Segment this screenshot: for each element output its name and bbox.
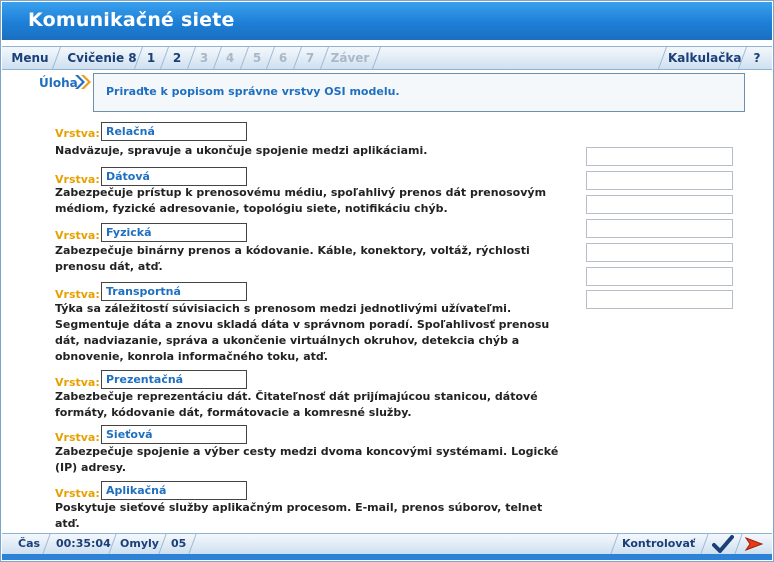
answer-slot-5[interactable] xyxy=(586,243,733,262)
task-text: Priraďte k popisom správne vrstvy OSI mo… xyxy=(106,85,400,98)
row-label: Vrstva: xyxy=(55,487,100,500)
layer-drop-box[interactable]: Relačná xyxy=(101,122,247,141)
layer-drop-box[interactable]: Dátová xyxy=(101,167,247,186)
next-arrow-icon[interactable] xyxy=(744,536,766,552)
chevron-right-icon xyxy=(75,75,91,89)
task-label: Úloha xyxy=(39,76,78,90)
layer-description: Zabezpečuje binárny prenos a kódovanie. … xyxy=(55,244,530,273)
page-tab-1[interactable]: 1 xyxy=(141,47,161,69)
layer-drop-box[interactable]: Transportná xyxy=(101,282,247,301)
check-button[interactable]: Kontrolovať xyxy=(622,534,695,554)
layer-description: Týka sa záležitostí súvisiacich s prenos… xyxy=(55,302,550,363)
layer-description: Zabezpečuje prístup k prenosovému médiu,… xyxy=(55,186,547,215)
title-bar: Komunikačné siete xyxy=(2,2,772,40)
nav-bar: Menu Cvičenie 8 1 2 3 4 5 6 7 Záver Kalk… xyxy=(2,46,772,70)
answer-slot-3[interactable] xyxy=(586,195,733,214)
row-label: Vrstva: xyxy=(55,288,100,301)
layer-name: Relačná xyxy=(106,125,155,138)
answer-slot-7[interactable] xyxy=(586,290,733,309)
row-label: Vrstva: xyxy=(55,127,100,140)
page-tab-4[interactable]: 4 xyxy=(220,47,240,69)
layer-name: Fyzická xyxy=(106,226,152,239)
answer-slot-2[interactable] xyxy=(586,171,733,190)
layer-name: Transportná xyxy=(106,285,181,298)
layer-drop-box[interactable]: Sieťová xyxy=(101,425,247,444)
layer-drop-box[interactable]: Prezentačná xyxy=(101,370,247,389)
page-tab-2[interactable]: 2 xyxy=(167,47,187,69)
answer-slot-4[interactable] xyxy=(586,219,733,238)
layer-name: Sieťová xyxy=(106,428,153,441)
page-tab-3[interactable]: 3 xyxy=(194,47,214,69)
page-tab-6[interactable]: 6 xyxy=(273,47,293,69)
time-value: 00:35:04 xyxy=(56,537,111,550)
errors-value: 05 xyxy=(171,537,187,550)
help-button[interactable]: ? xyxy=(746,47,768,69)
row-label: Vrstva: xyxy=(55,376,100,389)
answer-slot-6[interactable] xyxy=(586,267,733,286)
layer-name: Prezentačná xyxy=(106,373,184,386)
layer-drop-box[interactable]: Aplikačná xyxy=(101,481,247,500)
checkmark-icon[interactable] xyxy=(712,535,734,553)
status-bar: Čas 00:35:04 Omyly 05 Kontrolovať xyxy=(2,533,772,555)
time-label: Čas xyxy=(18,537,41,550)
layer-description: Zabezbečuje reprezentáciu dát. Čitateľno… xyxy=(55,390,538,419)
row-label: Vrstva: xyxy=(55,431,100,444)
page-tab-5[interactable]: 5 xyxy=(247,47,267,69)
layer-name: Aplikačná xyxy=(106,484,167,497)
layer-name: Dátová xyxy=(106,170,150,183)
page-tab-7[interactable]: 7 xyxy=(300,47,320,69)
layer-drop-box[interactable]: Fyzická xyxy=(101,223,247,242)
app-title: Komunikačné siete xyxy=(28,9,235,31)
task-box: Priraďte k popisom správne vrstvy OSI mo… xyxy=(93,73,745,112)
errors-label: Omyly xyxy=(120,537,159,550)
bottom-strip xyxy=(2,554,772,560)
row-label: Vrstva: xyxy=(55,229,100,242)
exercise-tab[interactable]: Cvičenie 8 xyxy=(64,47,140,69)
layer-description: Poskytuje sieťové služby aplikačným proc… xyxy=(55,501,543,530)
end-tab[interactable]: Záver xyxy=(328,47,372,69)
calculator-button[interactable]: Kalkulačka xyxy=(668,47,741,69)
layer-description: Nadväzuje, spravuje a ukončuje spojenie … xyxy=(55,144,428,157)
answer-slot-1[interactable] xyxy=(586,147,733,166)
menu-button[interactable]: Menu xyxy=(8,47,52,69)
layer-description: Zabezpečuje spojenie a výber cesty medzi… xyxy=(55,445,559,474)
app-window: Komunikačné siete Menu Cvičenie 8 1 2 3 … xyxy=(0,0,774,562)
